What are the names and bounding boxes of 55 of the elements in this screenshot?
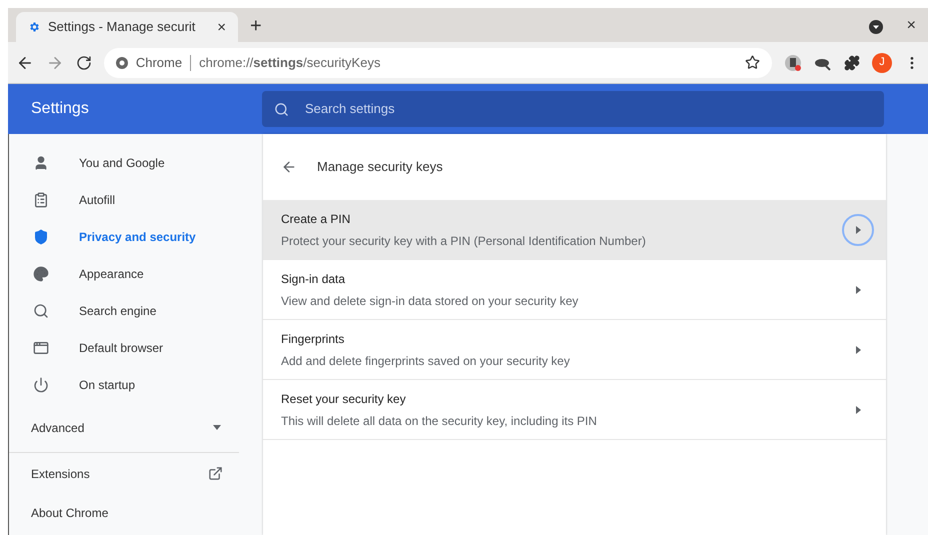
row-subtitle: Add and delete fingerprints saved on your security key [281,352,571,370]
external-link-icon [208,466,223,481]
sidebar-link[interactable]: Extensions [9,455,239,492]
search-icon [274,102,289,116]
caret-right-icon [856,226,860,234]
row-title: Sign-in data [281,270,346,288]
site-label: Chrome [136,54,182,72]
search-icon [33,302,49,318]
search-field[interactable]: Search settings [262,91,884,127]
url-text: chrome://settings/securityKeys [199,54,380,72]
person-icon [33,154,49,170]
browser-window-icon [33,340,49,356]
clipboard-icon [33,192,49,208]
advanced-toggle[interactable]: Advanced [9,403,239,453]
settings-row[interactable]: Fingerprints Add and delete fingerprints saved on your security key [263,320,886,380]
caret-right-icon [856,406,860,414]
settings-title: Settings [30,99,90,119]
reload-icon[interactable] [76,54,92,70]
row-title: Create a PIN [281,210,352,228]
row-subtitle: View and delete sign-in data stored on your security key [281,292,580,310]
caret-icon [213,425,221,430]
sidebar-item[interactable]: Privacy and security [9,218,239,255]
new-tab-button[interactable]: + [250,16,262,36]
window-close-button[interactable]: × [906,18,916,34]
row-title: Fingerprints [281,330,346,348]
row-title: Reset your security key [281,390,407,408]
back-arrow-icon[interactable] [281,159,297,175]
shield-icon [33,228,49,244]
bookmark-star-icon[interactable] [745,55,760,70]
sidebar-item[interactable]: Autofill [9,181,239,218]
chrome-logo-icon [116,56,128,68]
page-title: Manage security keys [317,158,443,176]
row-subtitle: This will delete all data on the security key, including its PIN [281,412,598,430]
power-icon [33,376,49,392]
caret-right-icon [856,346,860,354]
tab-close-button[interactable]: × [217,20,226,34]
sidebar-item[interactable]: Default browser [9,329,239,366]
tab-title: Settings - Manage securit [48,18,196,36]
caret-right-icon [856,286,860,294]
sidebar-item[interactable]: On startup [9,366,239,403]
search-input[interactable]: Search settings [305,99,872,119]
sidebar-item[interactable]: You and Google [9,144,239,181]
palette-icon [33,266,49,282]
sidebar-item[interactable]: Appearance [9,255,239,292]
settings-row[interactable]: Sign-in data View and delete sign-in data stored on your security key [263,260,886,320]
browser-tab[interactable]: Settings - Manage securit × [16,12,238,42]
address-bar[interactable]: Chrome chrome://settings/securityKeys [104,48,772,78]
row-subtitle: Protect your security key with a PIN (Personal Identification Number) [281,232,647,250]
dropdown-circle-icon[interactable] [868,20,883,34]
sidebar-item[interactable]: Search engine [9,292,239,329]
settings-row[interactable]: Create a PIN Protect your security key with a PIN (Personal Identification Number) [263,200,886,260]
gear-icon [28,21,40,33]
sidebar-link[interactable]: About Chrome [9,494,239,531]
puzzle-icon[interactable] [844,54,860,70]
settings-row[interactable]: Reset your security key This will delete all data on the security key, including its PIN [263,380,886,440]
